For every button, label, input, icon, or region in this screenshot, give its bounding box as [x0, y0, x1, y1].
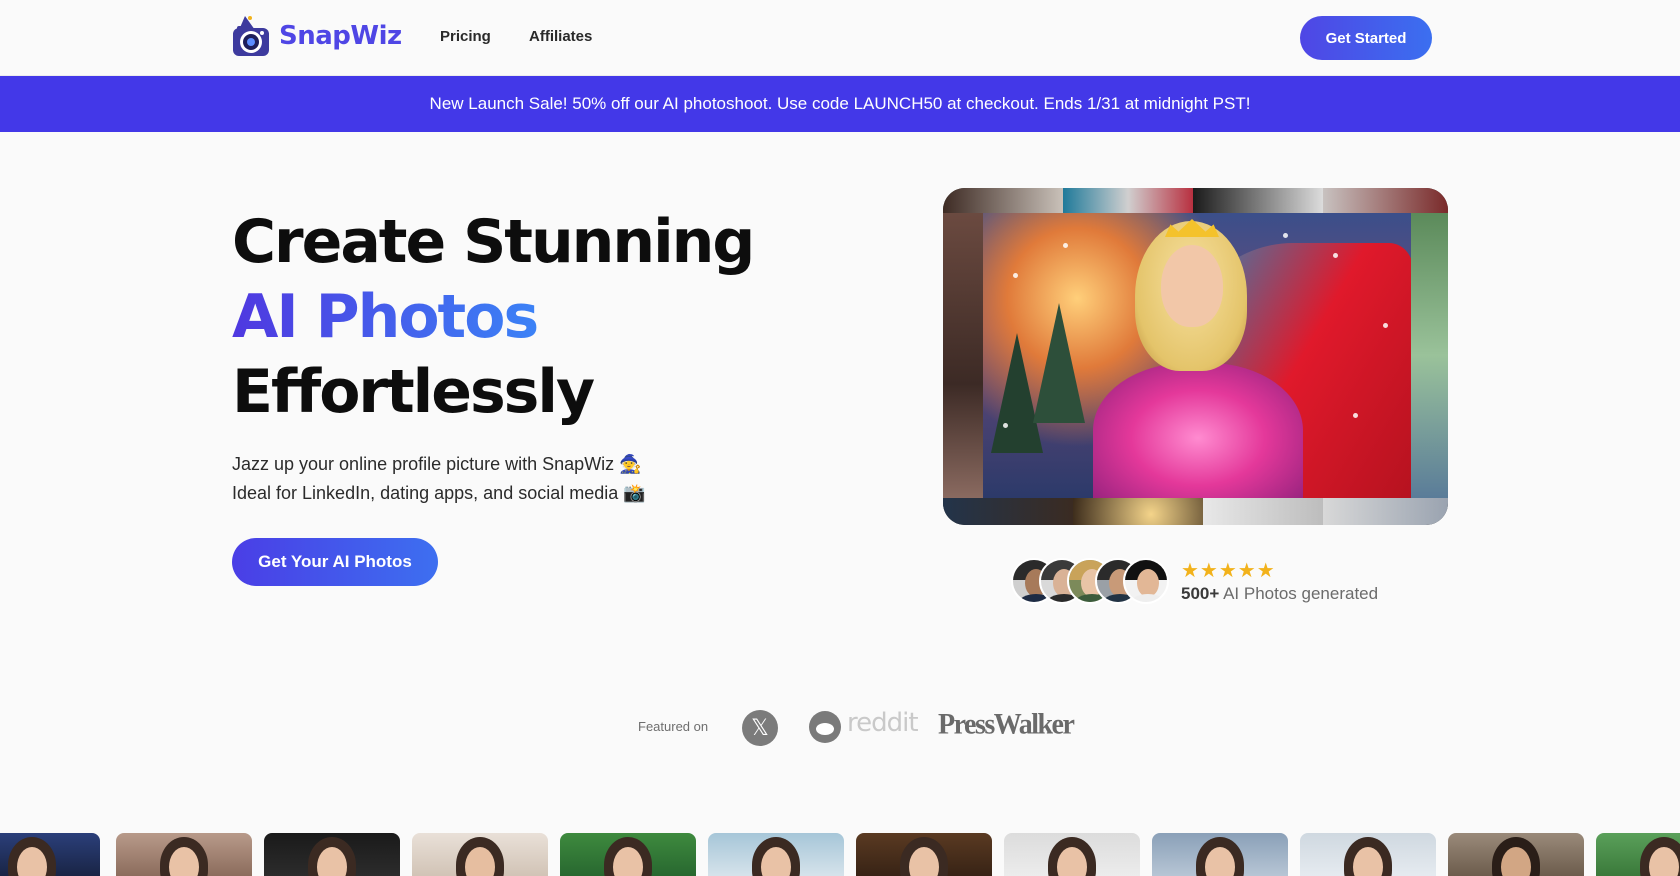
- gallery-photo[interactable]: [412, 833, 548, 876]
- rating-stars: ★★★★★: [1181, 560, 1276, 582]
- reddit-wordmark: reddit: [847, 708, 919, 738]
- site-header: SnapWiz Pricing Affiliates Get Started: [0, 0, 1680, 76]
- film-strip-top: [943, 188, 1448, 213]
- gallery-photo[interactable]: [1004, 833, 1140, 876]
- nav-affiliates[interactable]: Affiliates: [529, 28, 592, 45]
- nav-pricing[interactable]: Pricing: [440, 28, 491, 45]
- hero-title-highlight: AI Photos: [232, 282, 539, 352]
- get-started-button[interactable]: Get Started: [1300, 16, 1432, 60]
- featured-ai-portrait: [983, 213, 1411, 498]
- brand-name: SnapWiz: [279, 21, 402, 51]
- hero-title-line3: Effortlessly: [232, 357, 595, 427]
- gallery-photo[interactable]: [1596, 833, 1680, 876]
- brand-logo[interactable]: SnapWiz: [231, 14, 402, 58]
- presswalker-logo[interactable]: PressWalker: [938, 708, 1075, 742]
- promo-banner: New Launch Sale! 50% off our AI photosho…: [0, 76, 1680, 132]
- ai-photo-gallery: [0, 833, 1680, 876]
- photos-generated-text: 500+ AI Photos generated: [1181, 584, 1378, 604]
- gallery-photo[interactable]: [0, 833, 100, 876]
- film-strip-bottom: [943, 498, 1448, 525]
- hero-image: [943, 188, 1448, 525]
- gallery-photo[interactable]: [1300, 833, 1436, 876]
- gallery-photo[interactable]: [264, 833, 400, 876]
- film-strip-left: [943, 213, 983, 498]
- gallery-photo[interactable]: [116, 833, 252, 876]
- gallery-photo[interactable]: [1152, 833, 1288, 876]
- photos-generated-label: AI Photos generated: [1223, 584, 1379, 603]
- reddit-logo-icon[interactable]: [809, 711, 841, 743]
- hero-subtitle-line2: Ideal for LinkedIn, dating apps, and soc…: [232, 483, 646, 503]
- hero-title-line1: Create Stunning: [232, 207, 755, 277]
- promo-banner-text: New Launch Sale! 50% off our AI photosho…: [429, 94, 1251, 113]
- photos-generated-count: 500+: [1181, 584, 1220, 603]
- hero-title: Create Stunning AI Photos Effortlessly: [232, 205, 755, 430]
- hero-subtitle: Jazz up your online profile picture with…: [232, 450, 646, 508]
- gallery-photo[interactable]: [708, 833, 844, 876]
- get-ai-photos-button[interactable]: Get Your AI Photos: [232, 538, 438, 586]
- user-avatars: [1011, 558, 1171, 604]
- featured-on-label: Featured on: [638, 719, 709, 734]
- film-strip-right: [1411, 213, 1448, 498]
- hero-subtitle-line1: Jazz up your online profile picture with…: [232, 454, 642, 474]
- gallery-photo[interactable]: [1448, 833, 1584, 876]
- gallery-photo[interactable]: [856, 833, 992, 876]
- x-logo-icon[interactable]: 𝕏: [742, 710, 778, 746]
- camera-wizard-icon: [231, 14, 271, 58]
- gallery-photo[interactable]: [560, 833, 696, 876]
- avatar: [1123, 558, 1169, 604]
